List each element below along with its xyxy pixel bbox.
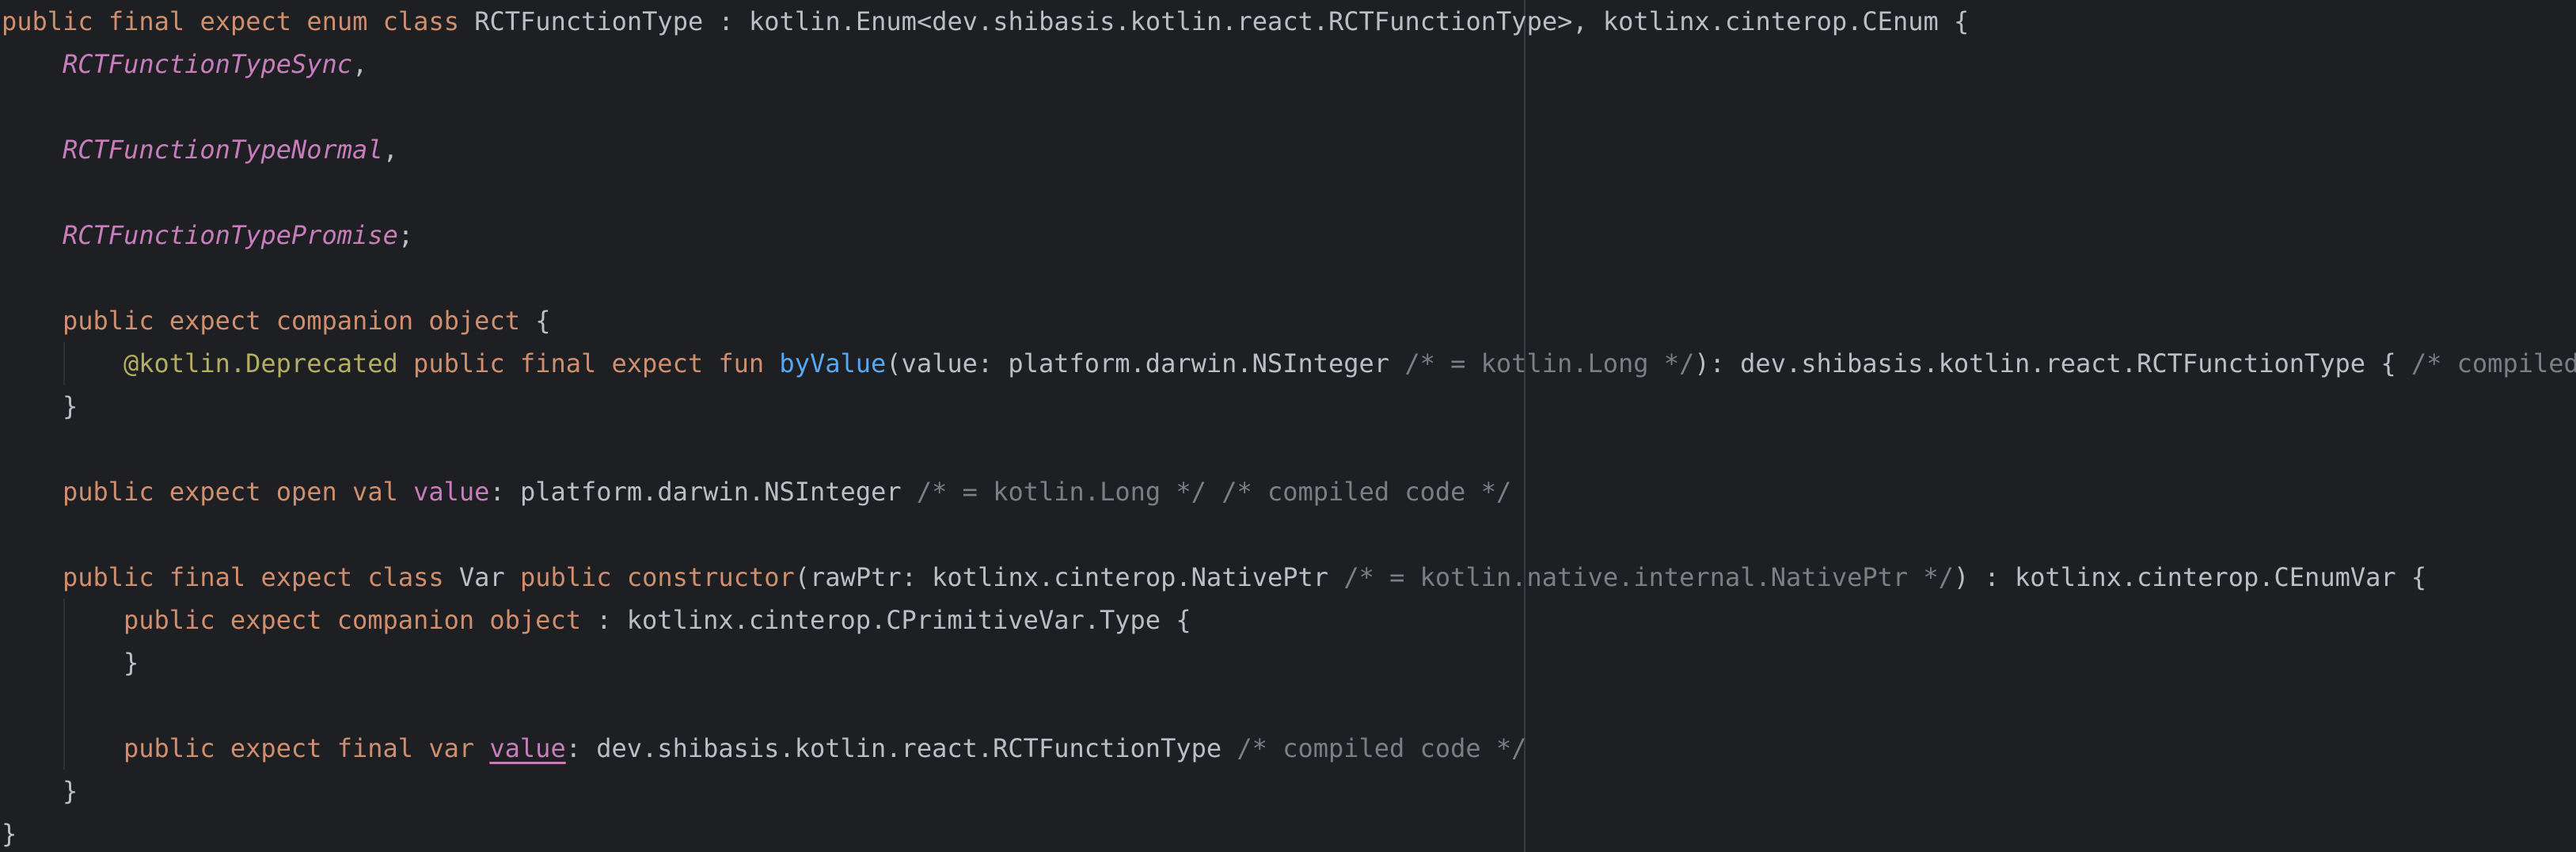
code-text-token: RCTFunctionType : kotlin.Enum<dev.shibas… [458,6,1970,36]
keyword-token: public final expect class [63,562,444,592]
keyword-token: public expect open val [63,477,398,507]
code-line[interactable]: public expect final var value: dev.shiba… [123,727,1526,770]
property-token: value [489,733,566,763]
keyword-token: public expect companion object [63,306,520,336]
code-text-token: ) : kotlinx.cinterop.CEnumVar { [1953,562,2427,592]
code-text-token: : kotlinx.cinterop.CPrimitiveVar.Type { [580,605,1191,635]
keyword-token: public expect companion object [123,605,581,635]
code-line[interactable]: @kotlin.Deprecated public final expect f… [123,342,2576,385]
code-line[interactable]: RCTFunctionTypeSync, [63,43,367,86]
indent-guide-var-class [63,599,65,770]
code-text-token: } [63,776,78,806]
code-line[interactable]: public expect companion object : kotlinx… [123,599,1191,641]
code-text-token: , [382,135,398,165]
code-text-token: Var [443,562,520,592]
enum-constant-token: RCTFunctionTypeSync [63,49,353,79]
code-text-token: ; [397,220,414,250]
code-line[interactable]: } [63,770,78,812]
function-name-token: byValue [779,348,887,378]
code-text-token: } [2,819,17,849]
comment-token: /* = kotlin.Long */ /* compiled code */ [916,477,1512,507]
comment-token: /* compiled code */ [1237,733,1527,763]
comment-token: /* = kotlin.Long */ [1404,348,1695,378]
keyword-token: public final expect enum class [2,6,459,36]
code-text-token: (rawPtr: kotlinx.cinterop.NativePtr [794,562,1344,592]
code-text-token: { [519,306,551,336]
code-text-token: : platform.darwin.NSInteger [489,477,917,507]
code-line[interactable]: RCTFunctionTypePromise; [63,214,413,257]
code-text-token: , [352,49,368,79]
code-line[interactable]: public final expect class Var public con… [63,556,2426,599]
code-text-token: } [63,391,78,421]
code-line[interactable]: } [123,641,139,684]
code-line[interactable]: public final expect enum class RCTFuncti… [2,0,1969,43]
keyword-token: public final expect fun [413,348,765,378]
enum-constant-token: RCTFunctionTypeNormal [63,135,383,165]
property-token: value [413,477,490,507]
enum-constant-token: RCTFunctionTypePromise [63,220,398,250]
annotation-token: @kotlin.Deprecated [123,348,398,378]
code-line[interactable]: RCTFunctionTypeNormal, [63,128,398,171]
code-text-token: (value: platform.darwin.NSInteger [886,348,1405,378]
comment-token: /* = kotlin.native.internal.NativePtr */ [1343,562,1954,592]
code-line[interactable]: } [2,812,17,852]
code-line[interactable]: } [63,385,78,428]
code-line[interactable]: public expect open val value: platform.d… [63,470,1511,513]
code-line[interactable]: public expect companion object { [63,299,551,342]
keyword-token: public constructor [519,562,795,592]
code-editor[interactable]: public final expect enum class RCTFuncti… [0,0,2576,852]
comment-token: /* compiled [2411,348,2576,378]
keyword-token: public expect final var [123,733,475,763]
indent-guide-companion [63,342,65,385]
code-text-token: : dev.shibasis.kotlin.react.RCTFunctionT… [565,733,1237,763]
code-text-token: } [123,648,139,678]
code-text-token: ): dev.shibasis.kotlin.react.RCTFunction… [1694,348,2411,378]
right-margin-guide [1524,0,1525,852]
